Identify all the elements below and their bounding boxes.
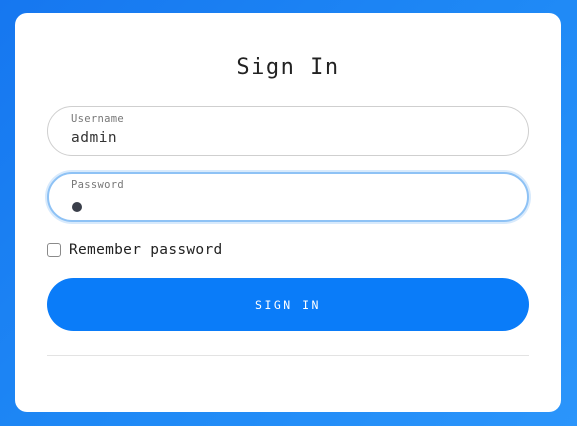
- page-title: Sign In: [236, 55, 340, 80]
- sign-in-button[interactable]: SIGN IN: [47, 278, 529, 331]
- username-input-value[interactable]: admin: [71, 130, 117, 146]
- sign-in-card: Sign In Username admin Password Remember…: [15, 13, 561, 412]
- remember-password-checkbox[interactable]: [47, 243, 61, 257]
- username-field[interactable]: Username admin: [47, 106, 529, 156]
- password-label: Password: [71, 179, 124, 191]
- password-field[interactable]: Password: [47, 172, 529, 222]
- password-mask-dot: [72, 202, 82, 212]
- remember-password-row[interactable]: Remember password: [47, 241, 223, 259]
- remember-password-label[interactable]: Remember password: [69, 242, 223, 258]
- username-label: Username: [71, 113, 124, 125]
- divider: [47, 355, 529, 356]
